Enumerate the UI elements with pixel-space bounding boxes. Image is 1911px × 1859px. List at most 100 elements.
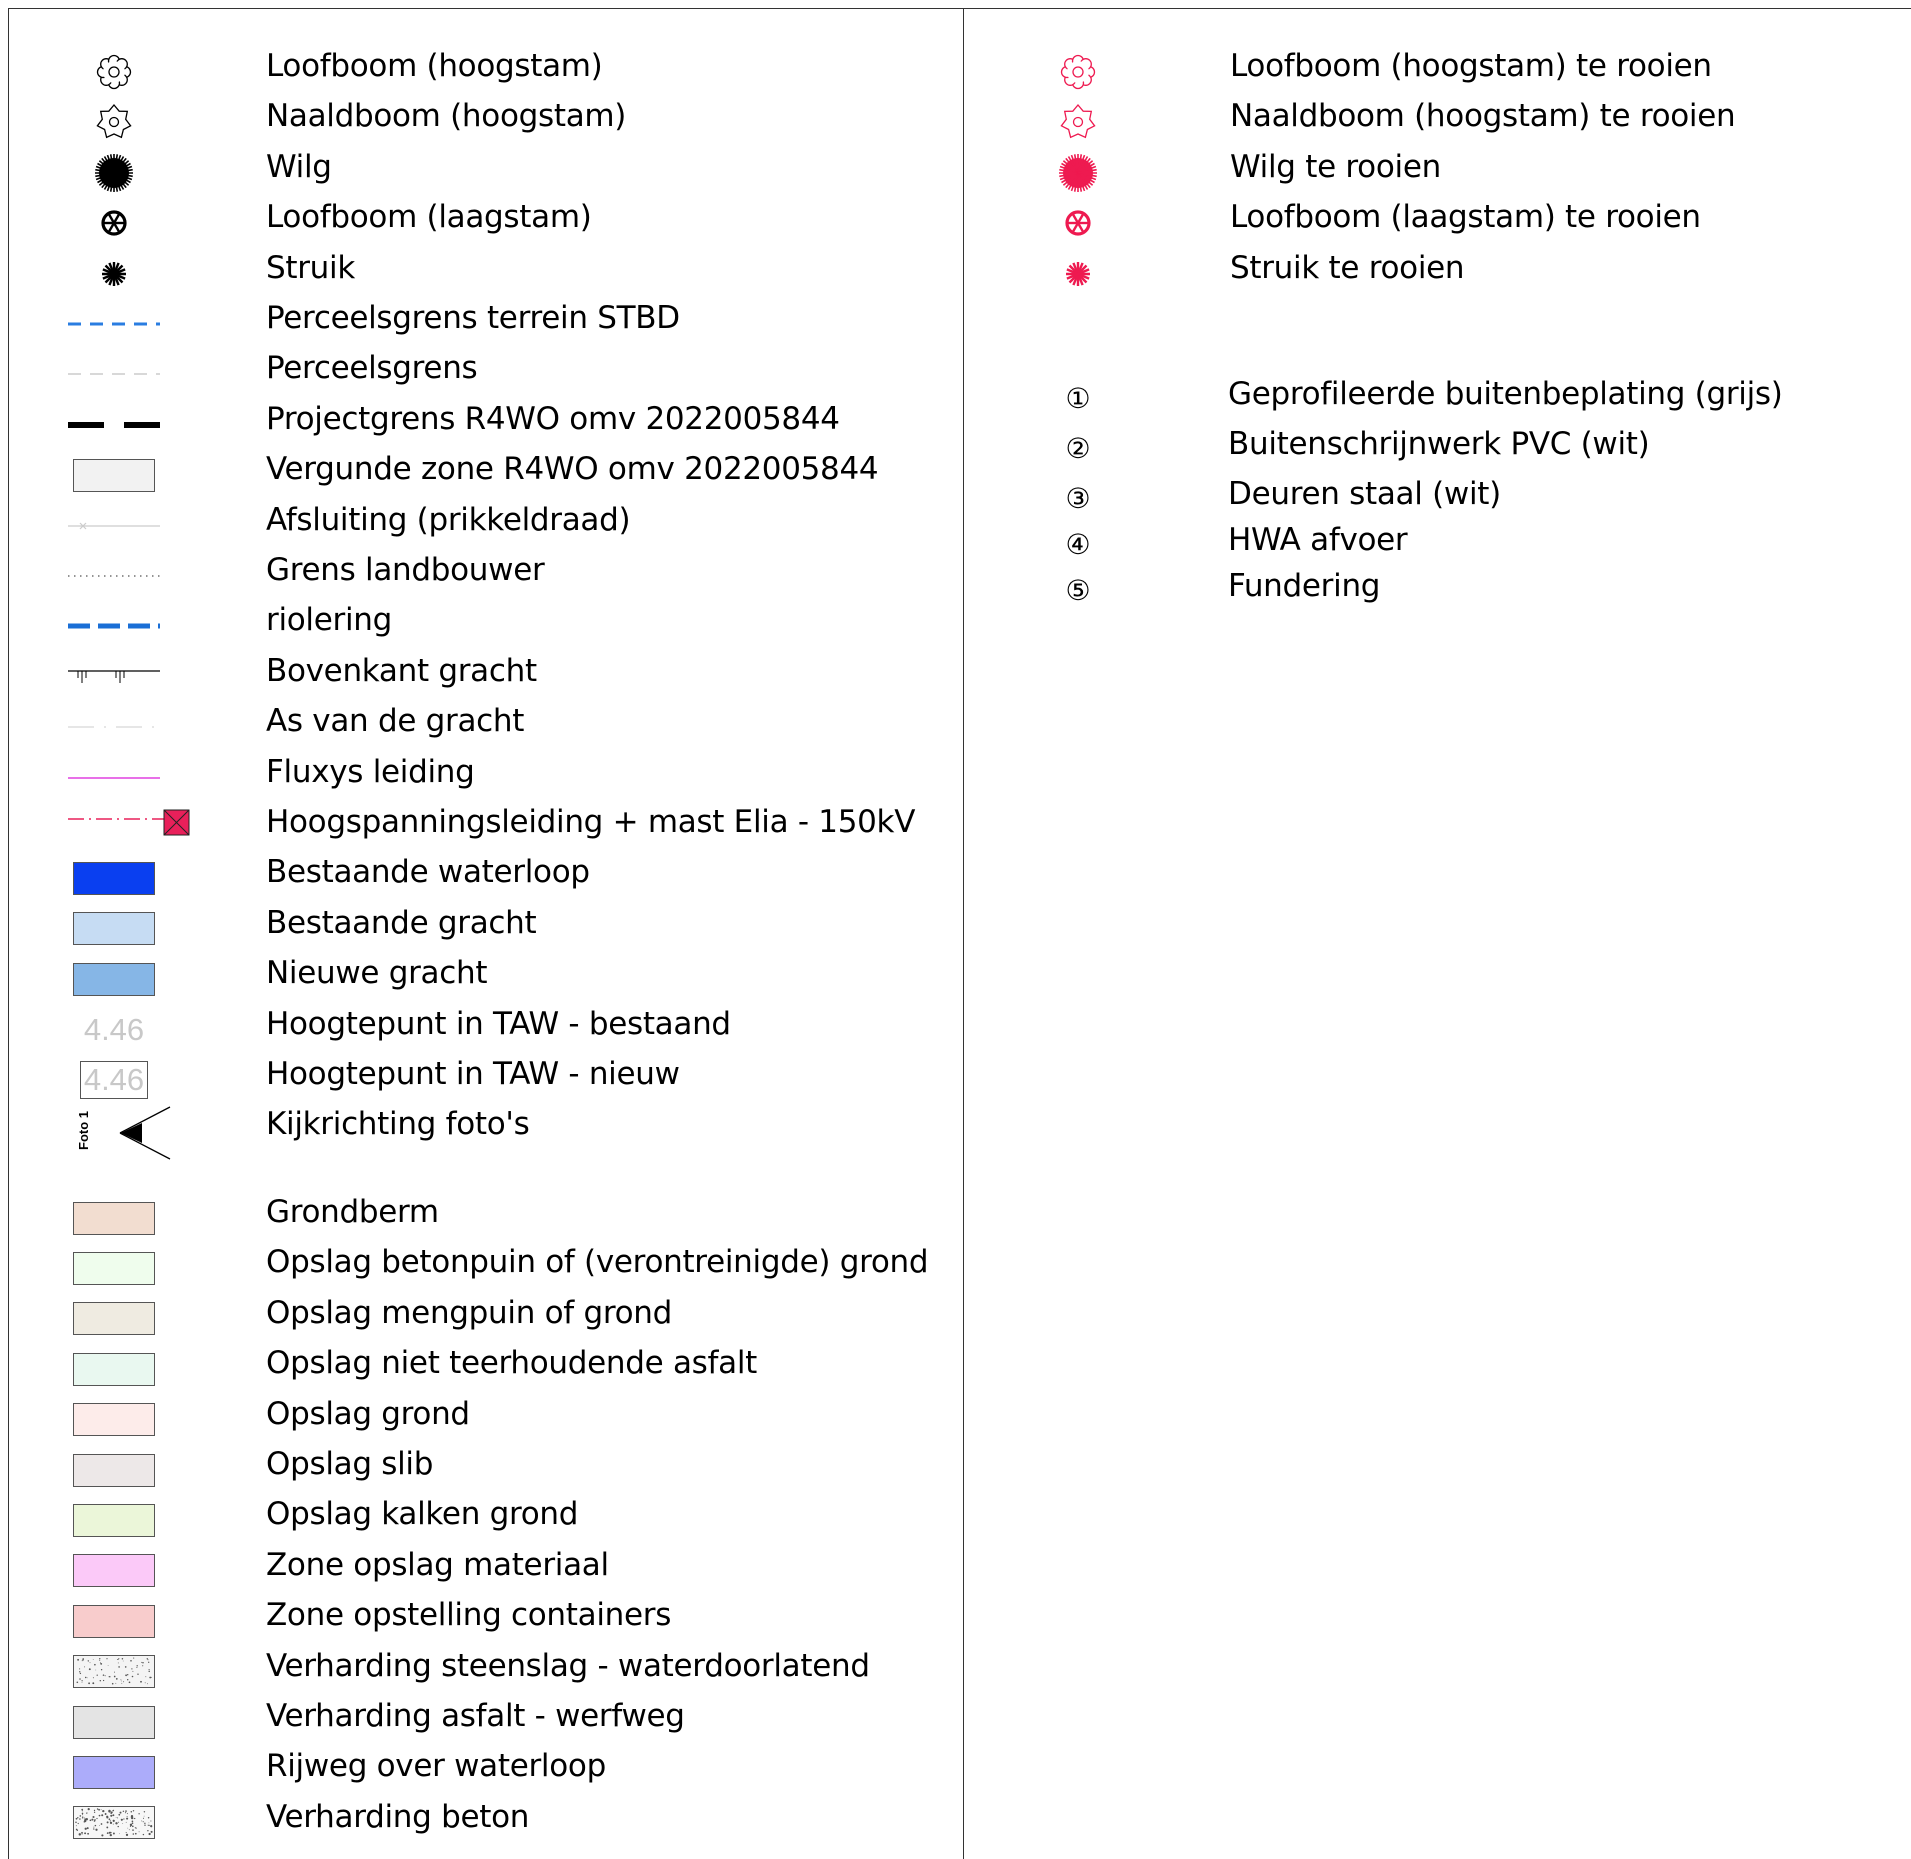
legend-label: Loofboom (hoogstam) te rooien — [1230, 48, 1712, 84]
opslag-kalken-swatch-fill — [73, 1503, 155, 1537]
material-label: Fundering — [1228, 568, 1381, 604]
color-swatch — [68, 1349, 160, 1389]
grondberm-swatch-fill — [73, 1201, 155, 1235]
opslag-grond-swatch-fill — [73, 1403, 155, 1437]
material-item: ① Geprofileerde buitenbeplating (grijs) — [0, 374, 1900, 415]
legend-label: Kijkrichting foto's — [266, 1106, 530, 1143]
burst-filled-icon — [1058, 153, 1098, 193]
zone-containers-swatch-fill — [73, 1604, 155, 1638]
legend-item-rijweg: Rijweg over waterloop — [0, 1746, 960, 1789]
legend-label: Opslag slib — [266, 1446, 434, 1482]
legend-label: Bestaande waterloop — [266, 854, 590, 891]
legend-item-kijkrichting: Foto 1 Kijkrichting foto's — [0, 1104, 960, 1160]
material-item: ④ HWA afvoer — [0, 520, 1900, 561]
legend-label: Zone opstelling containers — [266, 1597, 672, 1634]
color-swatch — [68, 1601, 160, 1641]
legend-item-zone-containers: Zone opstelling containers — [0, 1595, 960, 1638]
line-style-symbol — [68, 758, 160, 798]
color-swatch — [68, 1500, 160, 1540]
color-swatch — [68, 1752, 160, 1792]
legend-item-nieuwe-gracht: Nieuwe gracht — [0, 953, 960, 996]
line-style-symbol — [68, 304, 160, 344]
legend-label: Opslag kalken grond — [266, 1496, 579, 1533]
opslag-betonpuin-swatch-fill — [73, 1251, 155, 1285]
line-style-symbol — [68, 606, 160, 646]
color-swatch — [68, 1551, 160, 1591]
flower-outline-icon — [1058, 52, 1098, 92]
opslag-slib-swatch-fill — [73, 1453, 155, 1487]
legend-item-bestaande-waterloop: Bestaande waterloop — [0, 852, 960, 895]
legend-label: Grondberm — [266, 1194, 439, 1230]
material-item: ⑤ Fundering — [0, 566, 1900, 607]
material-number: ① — [1065, 381, 1091, 415]
material-label: HWA afvoer — [1228, 522, 1408, 558]
legend-item-steenslag: Verharding steenslag - waterdoorlatend — [0, 1646, 960, 1689]
legend-item-bovenkant-gracht: Bovenkant gracht — [0, 651, 960, 691]
legend-label: Rijweg over waterloop — [266, 1748, 606, 1785]
legend-label: Hoogtepunt in TAW - bestaand — [266, 1005, 731, 1042]
speckled-swatch — [68, 1803, 160, 1843]
speckled-swatch — [68, 1652, 160, 1692]
legend-label: riolering — [266, 602, 392, 639]
material-label: Geprofileerde buitenbeplating (grijs) — [1228, 376, 1783, 412]
legend-label: Naaldboom (hoogstam) te rooien — [1230, 98, 1736, 135]
line-style-symbol — [68, 657, 160, 697]
legend-label: Opslag mengpuin of grond — [266, 1294, 672, 1331]
legend-item-wilg-rooien: Wilg te rooien — [0, 147, 1900, 192]
view-direction-icon: Foto 1 — [76, 1106, 171, 1160]
opslag-mengpuin-swatch-fill — [73, 1302, 155, 1336]
legend-label: Nieuwe gracht — [266, 955, 488, 992]
material-label: Buitenschrijnwerk PVC (wit) — [1228, 426, 1650, 462]
material-label: Deuren staal (wit) — [1228, 476, 1501, 512]
legend-item-naaldboom-hoog-rooien: Naaldboom (hoogstam) te rooien — [0, 96, 1900, 139]
color-swatch — [68, 1198, 160, 1238]
legend-label: Opslag grond — [266, 1395, 470, 1432]
color-swatch — [68, 909, 160, 949]
legend-label: Opslag niet teerhoudende asfalt — [266, 1345, 757, 1382]
color-swatch — [68, 1299, 160, 1339]
asterisk-icon — [1058, 254, 1098, 294]
color-swatch — [68, 1248, 160, 1288]
color-swatch — [68, 1450, 160, 1490]
legend-item-opslag-betonpuin: Opslag betonpuin of (verontreinigde) gro… — [0, 1242, 960, 1285]
wheel-icon — [1058, 203, 1098, 243]
material-item: ② Buitenschrijnwerk PVC (wit) — [0, 424, 1900, 465]
height-point-new-symbol: 4.46 — [68, 1060, 160, 1100]
material-number: ② — [1065, 431, 1091, 465]
color-swatch — [68, 858, 160, 898]
legend-item-struik-rooien: Struik te rooien — [0, 248, 1900, 288]
asfalt-werfweg-swatch-fill — [73, 1705, 155, 1739]
legend-item-zone-opslag-materiaal: Zone opslag materiaal — [0, 1545, 960, 1588]
legend-item-perceelsgrens-stbd: Perceelsgrens terrein STBD — [0, 298, 960, 338]
material-number: ⑤ — [1065, 573, 1091, 607]
legend-item-opslag-slib: Opslag slib — [0, 1444, 960, 1487]
legend-label: Hoogspanningsleiding + mast Elia - 150kV — [266, 804, 916, 840]
height-value: 4.46 — [83, 1011, 145, 1047]
color-swatch — [68, 1400, 160, 1440]
legend-label: Zone opslag materiaal — [266, 1546, 609, 1583]
legend-item-beton: Verharding beton — [0, 1797, 960, 1840]
legend-label: Bestaande gracht — [266, 904, 537, 941]
legend-item-grondberm: Grondberm — [0, 1192, 960, 1235]
bestaande-waterloop-swatch-fill — [73, 861, 155, 895]
legend-label: Struik te rooien — [1230, 249, 1465, 286]
legend-item-opslag-grond: Opslag grond — [0, 1394, 960, 1437]
legend-label: Perceelsgrens terrein STBD — [266, 300, 680, 336]
legend-label: As van de gracht — [266, 703, 525, 740]
legend-item-loofboom-laag-rooien: Loofboom (laagstam) te rooien — [0, 197, 1900, 237]
legend-item-as-gracht: As van de gracht — [0, 701, 960, 741]
legend-label: Bovenkant gracht — [266, 652, 537, 689]
legend-item-opslag-mengpuin: Opslag mengpuin of grond — [0, 1293, 960, 1336]
legend-item-riolering: riolering — [0, 600, 960, 640]
color-swatch — [68, 959, 160, 999]
line-style-symbol — [68, 707, 160, 747]
legend-item-hoogtepunt-nieuw: 4.46 Hoogtepunt in TAW - nieuw — [0, 1054, 960, 1099]
legend-item-bestaande-gracht: Bestaande gracht — [0, 903, 960, 946]
legend-label: Fluxys leiding — [266, 753, 475, 790]
zone-opslag-materiaal-swatch-fill — [73, 1554, 155, 1588]
line-style-symbol — [68, 802, 190, 842]
opslag-asfalt-swatch-fill — [73, 1352, 155, 1386]
legend-label: Verharding asfalt - werfweg — [266, 1698, 685, 1734]
material-number: ④ — [1065, 527, 1091, 561]
legend-label: Verharding steenslag - waterdoorlatend — [266, 1647, 870, 1684]
